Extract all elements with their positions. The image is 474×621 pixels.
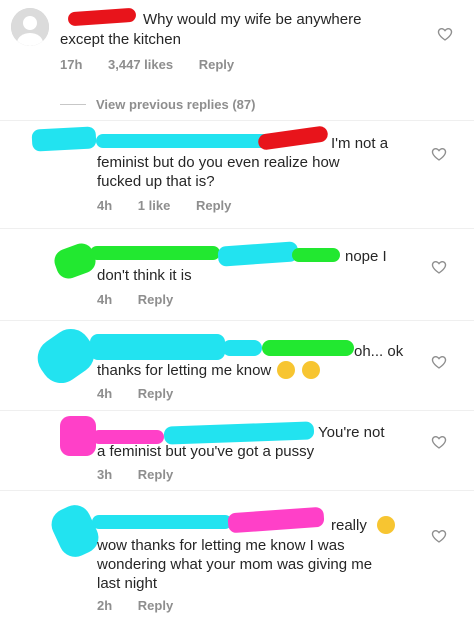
reply-button[interactable]: Reply — [138, 598, 173, 613]
timestamp: 4h — [97, 292, 113, 307]
redacted-username — [92, 515, 232, 529]
heart-icon[interactable] — [431, 528, 447, 544]
reply-text: don't think it is — [97, 267, 192, 284]
heart-icon[interactable] — [431, 259, 447, 275]
likes-count[interactable]: 1 like — [138, 198, 171, 213]
grinning-sweat-emoji-icon — [277, 361, 296, 379]
redacted-username — [227, 506, 325, 534]
reply-text: really — [331, 516, 396, 535]
divider — [0, 490, 474, 491]
reply-text-line: really — [331, 517, 367, 534]
default-avatar-icon — [11, 8, 49, 46]
timestamp: 2h — [97, 598, 113, 613]
reply-text: thanks for letting me know — [97, 361, 320, 380]
redacted-username — [96, 134, 276, 148]
heart-icon[interactable] — [431, 354, 447, 370]
reply-text: You're not — [318, 424, 385, 441]
heart-icon[interactable] — [431, 146, 447, 162]
reply-text: nope I — [345, 248, 387, 265]
reply-text-line: thanks for letting me know — [97, 362, 272, 379]
redacted-username — [222, 340, 262, 356]
reply-text: wondering what your mom was giving me — [97, 556, 373, 573]
divider — [0, 320, 474, 321]
comment-text: except the kitchen — [60, 31, 181, 48]
redacted-username — [67, 7, 137, 27]
reply-button[interactable]: Reply — [138, 467, 173, 482]
redacted-avatar — [31, 126, 97, 152]
view-previous-replies[interactable]: View previous replies (87) — [96, 97, 255, 112]
reply-meta: 4h Reply — [97, 386, 195, 401]
reply-text: fucked up that is? — [97, 173, 215, 190]
grinning-sweat-emoji-icon — [301, 361, 320, 379]
redacted-username — [292, 248, 340, 262]
timestamp: 4h — [97, 386, 113, 401]
heart-icon[interactable] — [437, 26, 453, 42]
reply-meta: 4h 1 like Reply — [97, 198, 253, 213]
reply-meta: 4h Reply — [97, 292, 195, 307]
reply-text: a feminist but you've got a pussy — [97, 443, 315, 460]
divider — [0, 120, 474, 121]
redacted-avatar — [46, 499, 104, 563]
reply-text: feminist but do you even realize how — [97, 154, 340, 171]
timestamp: 17h — [60, 57, 83, 72]
divider — [0, 410, 474, 411]
reply-meta: 2h Reply — [97, 598, 195, 613]
reply-text: I'm not a — [331, 135, 389, 152]
heart-icon[interactable] — [431, 434, 447, 450]
reply-text: oh... ok — [354, 343, 404, 360]
reply-text: wow thanks for letting me know I was — [97, 537, 345, 554]
redacted-username — [90, 334, 225, 360]
redacted-username — [262, 340, 354, 356]
divider — [0, 228, 474, 229]
timestamp: 3h — [97, 467, 113, 482]
thinking-face-emoji-icon — [377, 516, 396, 534]
reply-button[interactable]: Reply — [138, 292, 173, 307]
redacted-username — [217, 241, 299, 267]
redacted-username — [90, 246, 220, 260]
redacted-avatar — [60, 416, 96, 456]
likes-count[interactable]: 3,447 likes — [108, 57, 173, 72]
comment-meta: 17h 3,447 likes Reply — [60, 57, 256, 72]
reply-meta: 3h Reply — [97, 467, 195, 482]
reply-button[interactable]: Reply — [199, 57, 234, 72]
reply-text: last night — [97, 575, 158, 592]
redacted-avatar — [51, 240, 99, 282]
reply-button[interactable]: Reply — [138, 386, 173, 401]
thread-line — [60, 104, 86, 105]
reply-button[interactable]: Reply — [196, 198, 231, 213]
comment-text: Why would my wife be anywhere — [143, 11, 362, 28]
avatar[interactable] — [11, 8, 49, 46]
redacted-username — [257, 125, 329, 151]
timestamp: 4h — [97, 198, 113, 213]
